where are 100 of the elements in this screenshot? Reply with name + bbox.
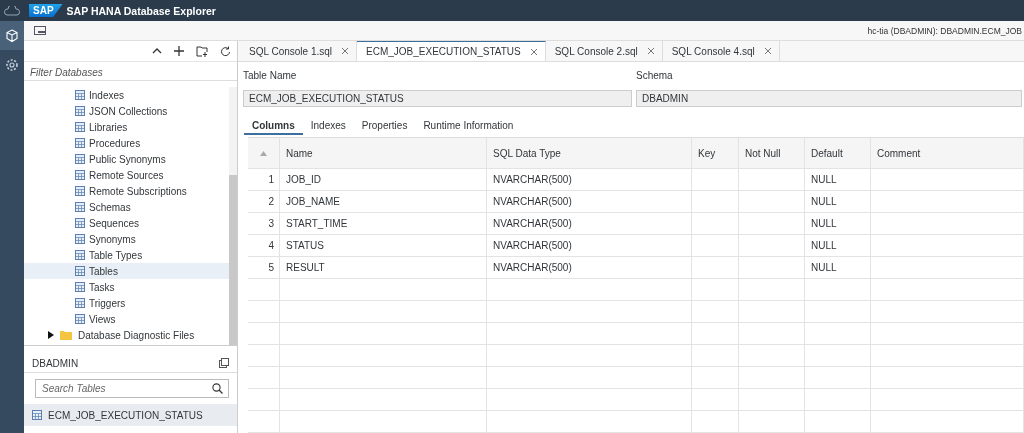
empty-cell	[739, 345, 805, 367]
table-cell: NULL	[805, 191, 871, 213]
close-icon[interactable]	[342, 48, 348, 54]
app-title: SAP HANA Database Explorer	[66, 4, 216, 17]
tree-item[interactable]: Indexes	[24, 87, 229, 103]
table-cell: NVARCHAR(500)	[487, 213, 692, 235]
column-header[interactable]: Default	[805, 138, 871, 169]
empty-cell	[248, 411, 280, 433]
table-cell: JOB_NAME	[280, 191, 487, 213]
table-cell: START_TIME	[280, 213, 487, 235]
grid-icon	[75, 202, 85, 212]
empty-cell	[692, 389, 739, 411]
grid-icon	[75, 122, 85, 132]
cloud-icon[interactable]	[3, 5, 21, 16]
sql-console-button[interactable]	[32, 24, 48, 37]
field-label: Schema	[636, 70, 674, 82]
table-cell: NULL	[805, 213, 871, 235]
tree-item[interactable]: Sequences	[24, 215, 229, 231]
editor-tab[interactable]: ECM_JOB_EXECUTION_STATUS	[357, 41, 546, 61]
empty-cell	[692, 279, 739, 301]
table-cell: NVARCHAR(500)	[487, 257, 692, 279]
add-icon[interactable]	[174, 46, 184, 56]
add-folder-icon[interactable]	[196, 45, 208, 57]
table-cell	[692, 213, 739, 235]
grid-icon	[75, 266, 85, 276]
tree-item[interactable]: Procedures	[24, 135, 229, 151]
table-cell: NVARCHAR(500)	[487, 169, 692, 191]
empty-cell	[248, 279, 280, 301]
table-cell: NULL	[805, 235, 871, 257]
caret-right-icon[interactable]	[48, 331, 54, 339]
empty-cell	[692, 345, 739, 367]
table-list-item[interactable]: ECM_JOB_EXECUTION_STATUS	[24, 404, 237, 426]
empty-cell	[248, 323, 280, 345]
empty-cell	[805, 389, 871, 411]
row-number: 1	[248, 169, 280, 191]
detail-tab[interactable]: Columns	[244, 118, 303, 135]
tree-item[interactable]: JSON Collections	[24, 103, 229, 119]
tree-item[interactable]: Views	[24, 311, 229, 327]
tree-item[interactable]: Remote Sources	[24, 167, 229, 183]
collapse-icon[interactable]	[152, 46, 162, 56]
scrollbar-thumb[interactable]	[229, 175, 237, 345]
tree-item[interactable]: Triggers	[24, 295, 229, 311]
empty-cell	[692, 411, 739, 433]
close-icon[interactable]	[647, 48, 654, 54]
tree-item[interactable]: Synonyms	[24, 231, 229, 247]
copy-icon[interactable]	[219, 358, 229, 368]
tree-item[interactable]: Schemas	[24, 199, 229, 215]
column-header[interactable]: SQL Data Type	[487, 138, 692, 169]
connection-info: hc-tia (DBADMIN): DBADMIN.ECM_JOB	[867, 25, 1023, 36]
table-cell	[692, 235, 739, 257]
table-cell: NULL	[805, 257, 871, 279]
tree-item[interactable]: Tasks	[24, 279, 229, 295]
close-icon[interactable]	[764, 48, 771, 54]
sql-icon	[34, 26, 46, 35]
table-cell: JOB_ID	[280, 169, 487, 191]
column-header[interactable]: Not Null	[739, 138, 805, 169]
field-label: Table Name	[243, 70, 298, 82]
close-icon[interactable]	[530, 48, 537, 55]
grid-icon	[75, 250, 85, 260]
table-cell: NVARCHAR(500)	[487, 235, 692, 257]
table-cell	[692, 169, 739, 191]
row-number: 2	[248, 191, 280, 213]
empty-cell	[739, 301, 805, 323]
tree-item[interactable]: Database Diagnostic Files	[24, 327, 229, 343]
detail-tab[interactable]: Properties	[353, 118, 416, 135]
tree-item[interactable]: Tables	[24, 263, 229, 279]
detail-tab[interactable]: Runtime Information	[415, 118, 522, 135]
column-header[interactable]: Key	[692, 138, 739, 169]
grid-icon	[75, 170, 85, 180]
empty-cell	[692, 367, 739, 389]
grid-icon	[75, 138, 85, 148]
refresh-icon[interactable]	[220, 45, 231, 57]
detail-tab[interactable]: Indexes	[302, 118, 354, 135]
grid-icon	[75, 90, 85, 100]
column-header[interactable]: Comment	[871, 138, 1024, 169]
table-name-field[interactable]: ECM_JOB_EXECUTION_STATUS	[243, 90, 632, 107]
grid-icon	[75, 282, 85, 292]
empty-cell	[248, 367, 280, 389]
table-cell	[739, 169, 805, 191]
search-field[interactable]: Search Tables	[35, 379, 229, 398]
schema-field[interactable]: DBADMIN	[636, 90, 1022, 107]
empty-cell	[692, 301, 739, 323]
table-cell	[739, 235, 805, 257]
table-cell	[739, 213, 805, 235]
cubes-icon	[5, 28, 19, 43]
empty-cell	[739, 411, 805, 433]
empty-cell	[248, 389, 280, 411]
tree-item[interactable]: Remote Subscriptions	[24, 183, 229, 199]
table-cell	[739, 257, 805, 279]
grid-icon	[75, 106, 85, 116]
grid-icon	[75, 314, 85, 324]
empty-cell	[248, 301, 280, 323]
column-header[interactable]: Name	[280, 138, 487, 169]
grid-icon	[32, 410, 42, 420]
tree-item[interactable]: Libraries	[24, 119, 229, 135]
table-cell: RESULT	[280, 257, 487, 279]
table-cell	[692, 257, 739, 279]
tree-item[interactable]: Table Types	[24, 247, 229, 263]
tree-item[interactable]: Public Synonyms	[24, 151, 229, 167]
folder-icon	[60, 330, 72, 340]
